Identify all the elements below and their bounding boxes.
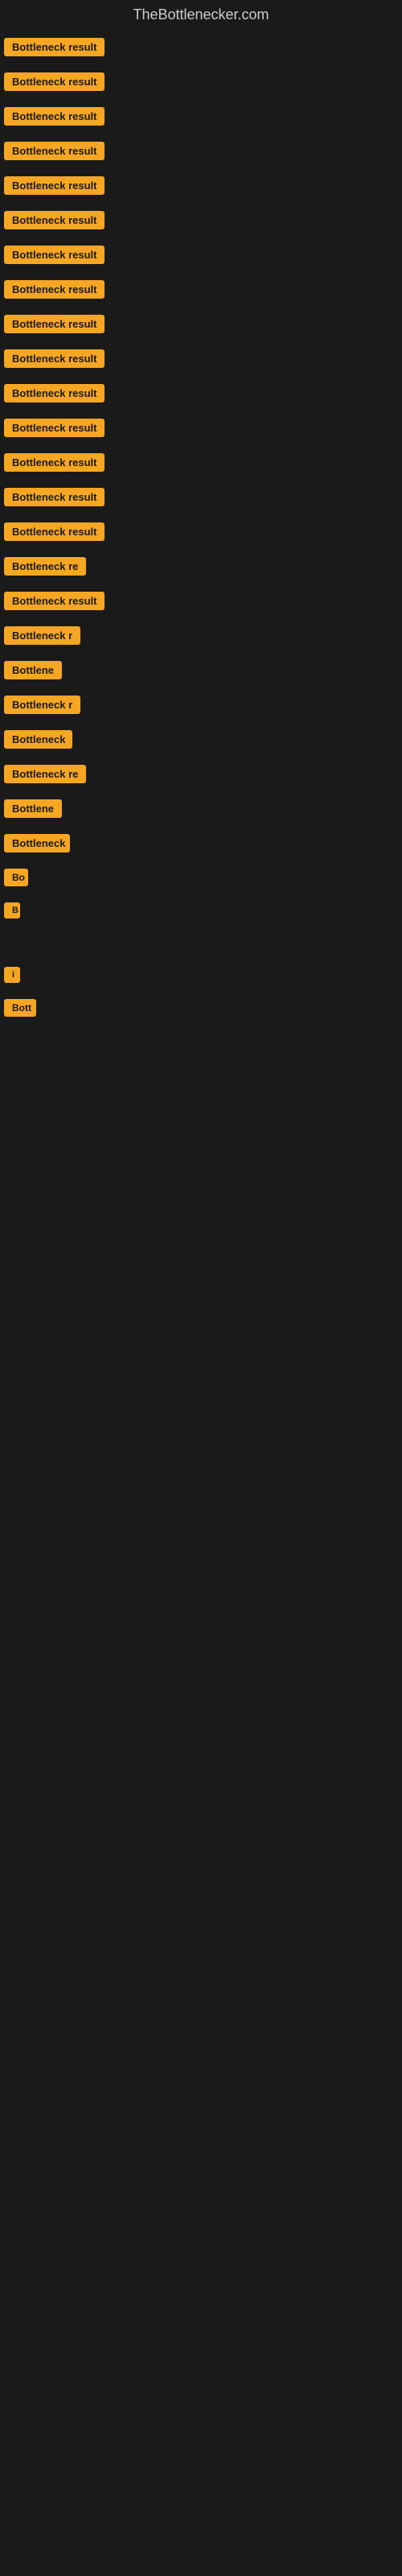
list-item: Bottleneck r [0, 618, 402, 653]
bottleneck-result-badge[interactable]: Bottlene [4, 799, 62, 818]
bottleneck-result-badge[interactable]: Bottleneck re [4, 765, 86, 783]
list-item: Bottleneck result [0, 514, 402, 549]
bottleneck-result-badge[interactable]: Bottleneck result [4, 522, 105, 541]
list-item: Bottleneck result [0, 480, 402, 514]
list-item: Bott [0, 991, 402, 1025]
list-item: Bottleneck result [0, 168, 402, 203]
list-item: Bottleneck result [0, 445, 402, 480]
list-item [0, 1057, 402, 1073]
list-item: Bottleneck re [0, 549, 402, 584]
bottleneck-result-badge[interactable]: Bottleneck result [4, 453, 105, 472]
bottleneck-result-badge[interactable]: Bottlene [4, 661, 62, 679]
bottleneck-result-badge[interactable]: Bottleneck result [4, 592, 105, 610]
bottleneck-result-badge[interactable]: Bottleneck result [4, 315, 105, 333]
bottleneck-result-badge[interactable]: Bottleneck result [4, 349, 105, 368]
bottleneck-result-badge[interactable]: Bottleneck result [4, 38, 105, 56]
bottleneck-result-badge[interactable]: i [4, 967, 20, 983]
list-item: Bottleneck result [0, 64, 402, 99]
bottleneck-result-badge[interactable]: Bottleneck result [4, 72, 105, 91]
list-item: Bottleneck result [0, 272, 402, 307]
list-item: Bottleneck re [0, 757, 402, 791]
bottleneck-result-badge[interactable]: B [4, 902, 20, 919]
list-item: Bo [0, 861, 402, 894]
list-item: Bottleneck result [0, 30, 402, 64]
list-item: Bottleneck [0, 826, 402, 861]
bottleneck-result-badge[interactable]: Bottleneck result [4, 280, 105, 299]
bottleneck-result-badge[interactable]: Bottleneck result [4, 107, 105, 126]
list-item: Bottleneck result [0, 411, 402, 445]
bottleneck-result-badge[interactable]: Bottleneck [4, 834, 70, 852]
list-item: Bottlene [0, 791, 402, 826]
list-item: Bottlene [0, 653, 402, 687]
list-item: Bottleneck r [0, 687, 402, 722]
bottleneck-result-badge[interactable]: Bottleneck result [4, 419, 105, 437]
bottleneck-result-badge[interactable]: Bottleneck re [4, 557, 86, 576]
site-title-text: TheBottlenecker.com [133, 6, 269, 23]
items-container: Bottleneck result Bottleneck result Bottle… [0, 30, 402, 1105]
bottleneck-result-badge[interactable]: Bottleneck [4, 730, 72, 749]
list-item: B [0, 894, 402, 927]
bottleneck-result-badge[interactable]: Bottleneck r [4, 626, 80, 645]
bottleneck-result-badge[interactable]: Bottleneck result [4, 176, 105, 195]
list-item [0, 1041, 402, 1057]
list-item: Bottleneck result [0, 237, 402, 272]
bottleneck-result-badge[interactable]: Bottleneck result [4, 488, 105, 506]
list-item: Bottleneck result [0, 341, 402, 376]
list-item [0, 1089, 402, 1105]
bottleneck-result-badge[interactable]: Bottleneck result [4, 211, 105, 229]
list-item [0, 1073, 402, 1089]
site-title: TheBottlenecker.com [0, 0, 402, 30]
bottleneck-result-badge[interactable]: Bottleneck result [4, 384, 105, 402]
bottleneck-result-badge[interactable]: Bott [4, 999, 36, 1017]
list-item: Bottleneck result [0, 203, 402, 237]
list-item [0, 1025, 402, 1041]
list-item: Bottleneck result [0, 376, 402, 411]
bottleneck-result-badge[interactable]: Bottleneck result [4, 246, 105, 264]
list-item: Bottleneck result [0, 99, 402, 134]
list-item [0, 943, 402, 959]
bottleneck-result-badge[interactable]: Bo [4, 869, 28, 886]
list-item: Bottleneck result [0, 307, 402, 341]
list-item: Bottleneck [0, 722, 402, 757]
list-item [0, 927, 402, 943]
list-item: Bottleneck result [0, 584, 402, 618]
list-item: Bottleneck result [0, 134, 402, 168]
bottleneck-result-badge[interactable]: Bottleneck result [4, 142, 105, 160]
bottleneck-result-badge[interactable]: Bottleneck r [4, 696, 80, 714]
list-item: i [0, 959, 402, 991]
